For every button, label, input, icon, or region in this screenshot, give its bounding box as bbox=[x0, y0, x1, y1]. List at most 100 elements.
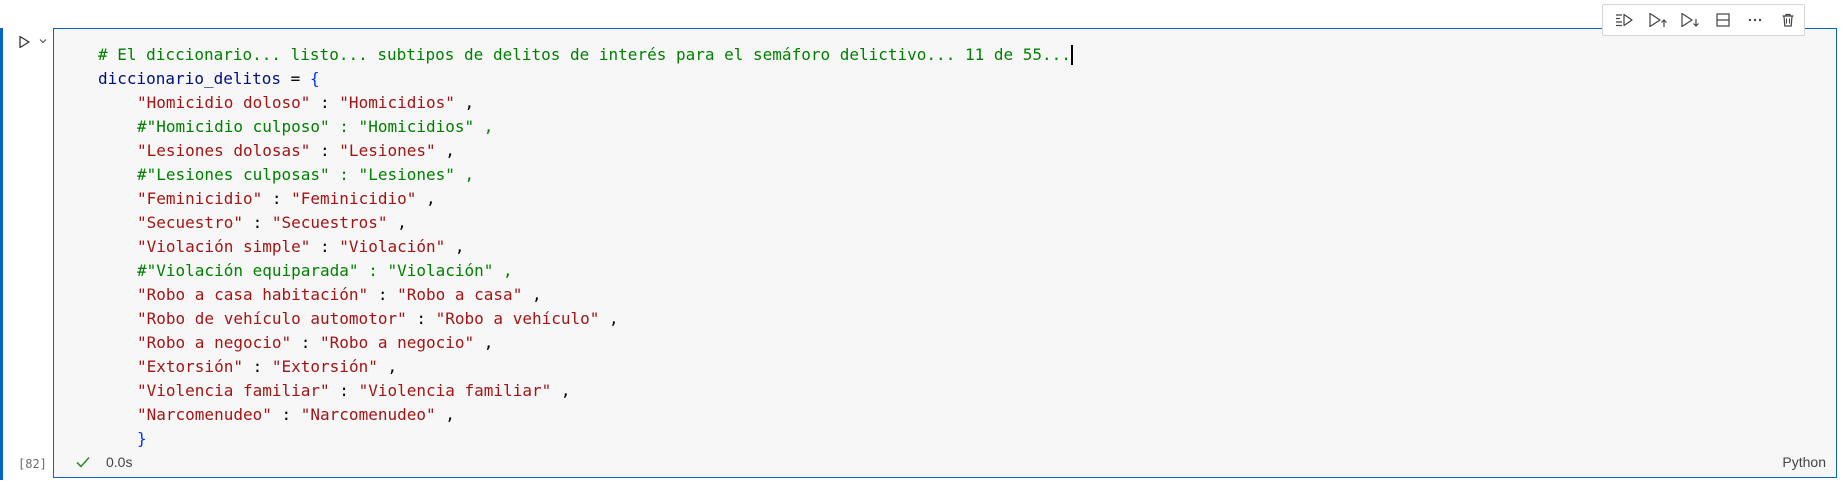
comma: , bbox=[522, 285, 542, 304]
dict-value: "Violencia familiar" bbox=[358, 381, 552, 400]
play-icon bbox=[19, 35, 30, 49]
delete-cell-button[interactable] bbox=[1772, 5, 1805, 35]
code-line: "Feminicidio" : "Feminicidio" , bbox=[98, 187, 1073, 211]
open-brace: { bbox=[309, 69, 320, 88]
code-line: # El diccionario... listo... subtipos de… bbox=[98, 43, 1073, 67]
run-cell-and-above-icon bbox=[1649, 12, 1667, 28]
code-line: #"Violación equiparada" : "Violación" , bbox=[98, 259, 1073, 283]
delete-cell-icon bbox=[1782, 13, 1794, 27]
comma: , bbox=[454, 93, 475, 112]
more-actions-icon bbox=[1749, 18, 1762, 22]
dict-value: "Secuestros" bbox=[271, 213, 388, 232]
code-line: "Violencia familiar" : "Violencia famili… bbox=[98, 379, 1073, 403]
run-options-dropdown[interactable] bbox=[37, 34, 49, 48]
commented-entry: #"Violación equiparada" : "Violación" , bbox=[137, 261, 513, 280]
code-line: "Narcomenudeo" : "Narcomenudeo" , bbox=[98, 403, 1073, 427]
code-line: diccionario_delitos = { bbox=[98, 67, 1073, 91]
split-cell-button[interactable] bbox=[1707, 5, 1740, 35]
execution-duration: 0.0s bbox=[106, 454, 133, 470]
dict-key: "Robo de vehículo automotor" bbox=[137, 309, 407, 328]
colon-separator: : bbox=[291, 333, 321, 352]
code-line: "Lesiones dolosas" : "Lesiones" , bbox=[98, 139, 1073, 163]
run-cell-button[interactable] bbox=[13, 31, 35, 53]
dict-key: "Homicidio doloso" bbox=[137, 93, 311, 112]
colon-separator: : bbox=[310, 141, 340, 160]
execution-count: [82] bbox=[18, 457, 47, 471]
dict-key: "Robo a negocio" bbox=[137, 333, 292, 352]
colon-separator: : bbox=[406, 309, 436, 328]
colon-separator: : bbox=[242, 213, 272, 232]
colon-separator: : bbox=[329, 381, 359, 400]
checkmark-icon bbox=[76, 456, 90, 468]
cell-status-bar: 0.0s Python bbox=[54, 447, 1836, 477]
split-cell-icon bbox=[1716, 13, 1730, 27]
run-above-button[interactable] bbox=[1609, 5, 1642, 35]
variable-name: diccionario_delitos bbox=[98, 69, 282, 88]
dict-value: "Extorsión" bbox=[271, 357, 378, 376]
run-cell-and-above-button[interactable] bbox=[1642, 5, 1675, 35]
dict-key: "Extorsión" bbox=[137, 357, 243, 376]
comma: , bbox=[445, 237, 465, 256]
dict-value: "Lesiones" bbox=[339, 141, 436, 160]
comma: , bbox=[551, 381, 571, 400]
dict-key: "Narcomenudeo" bbox=[137, 405, 272, 424]
code-editor[interactable]: # El diccionario... listo... subtipos de… bbox=[53, 28, 1837, 478]
code-line: #"Homicidio culposo" : "Homicidios" , bbox=[98, 115, 1073, 139]
code-comment: # El diccionario... listo... subtipos de… bbox=[98, 45, 1071, 64]
dict-key: "Feminicidio" bbox=[137, 189, 263, 208]
code-line: "Extorsión" : "Extorsión" , bbox=[98, 355, 1073, 379]
colon-separator: : bbox=[262, 189, 292, 208]
dict-value: "Narcomenudeo" bbox=[300, 405, 436, 424]
comma: , bbox=[416, 189, 436, 208]
dict-value: "Violación" bbox=[339, 237, 446, 256]
colon-separator: : bbox=[368, 285, 398, 304]
cell-focus-indicator bbox=[0, 28, 3, 480]
comma: , bbox=[435, 141, 455, 160]
comma: , bbox=[474, 333, 494, 352]
colon-separator: : bbox=[242, 357, 272, 376]
text-cursor bbox=[1070, 45, 1073, 65]
more-actions-button[interactable] bbox=[1739, 5, 1772, 35]
dict-value: "Homicidios" bbox=[339, 93, 455, 112]
comma: , bbox=[599, 309, 619, 328]
dict-key: "Lesiones dolosas" bbox=[137, 141, 311, 160]
code-line: #"Lesiones culposas" : "Lesiones" , bbox=[98, 163, 1073, 187]
language-indicator[interactable]: Python bbox=[1782, 454, 1826, 470]
dict-key: "Violación simple" bbox=[137, 237, 311, 256]
colon-separator: : bbox=[310, 237, 340, 256]
dict-value: "Robo a negocio" bbox=[320, 333, 475, 352]
code-line: "Robo a negocio" : "Robo a negocio" , bbox=[98, 331, 1073, 355]
code-line: "Violación simple" : "Violación" , bbox=[98, 235, 1073, 259]
dict-value: "Feminicidio" bbox=[291, 189, 417, 208]
comma: , bbox=[435, 405, 455, 424]
run-above-icon bbox=[1616, 13, 1633, 27]
dict-key: "Secuestro" bbox=[137, 213, 243, 232]
run-cell-and-below-button[interactable] bbox=[1674, 5, 1707, 35]
code-line: "Homicidio doloso" : "Homicidios" , bbox=[98, 91, 1073, 115]
chevron-down-icon bbox=[39, 39, 47, 44]
code-line: "Secuestro" : "Secuestros" , bbox=[98, 211, 1073, 235]
dict-key: "Violencia familiar" bbox=[137, 381, 330, 400]
assign-operator: = bbox=[281, 69, 310, 88]
colon-separator: : bbox=[271, 405, 301, 424]
code-content[interactable]: # El diccionario... listo... subtipos de… bbox=[98, 43, 1073, 451]
comma: , bbox=[387, 213, 407, 232]
colon-separator: : bbox=[310, 93, 340, 112]
dict-value: "Robo a casa" bbox=[397, 285, 523, 304]
code-line: "Robo a casa habitación" : "Robo a casa"… bbox=[98, 283, 1073, 307]
code-line: "Robo de vehículo automotor" : "Robo a v… bbox=[98, 307, 1073, 331]
dict-value: "Robo a vehículo" bbox=[435, 309, 600, 328]
